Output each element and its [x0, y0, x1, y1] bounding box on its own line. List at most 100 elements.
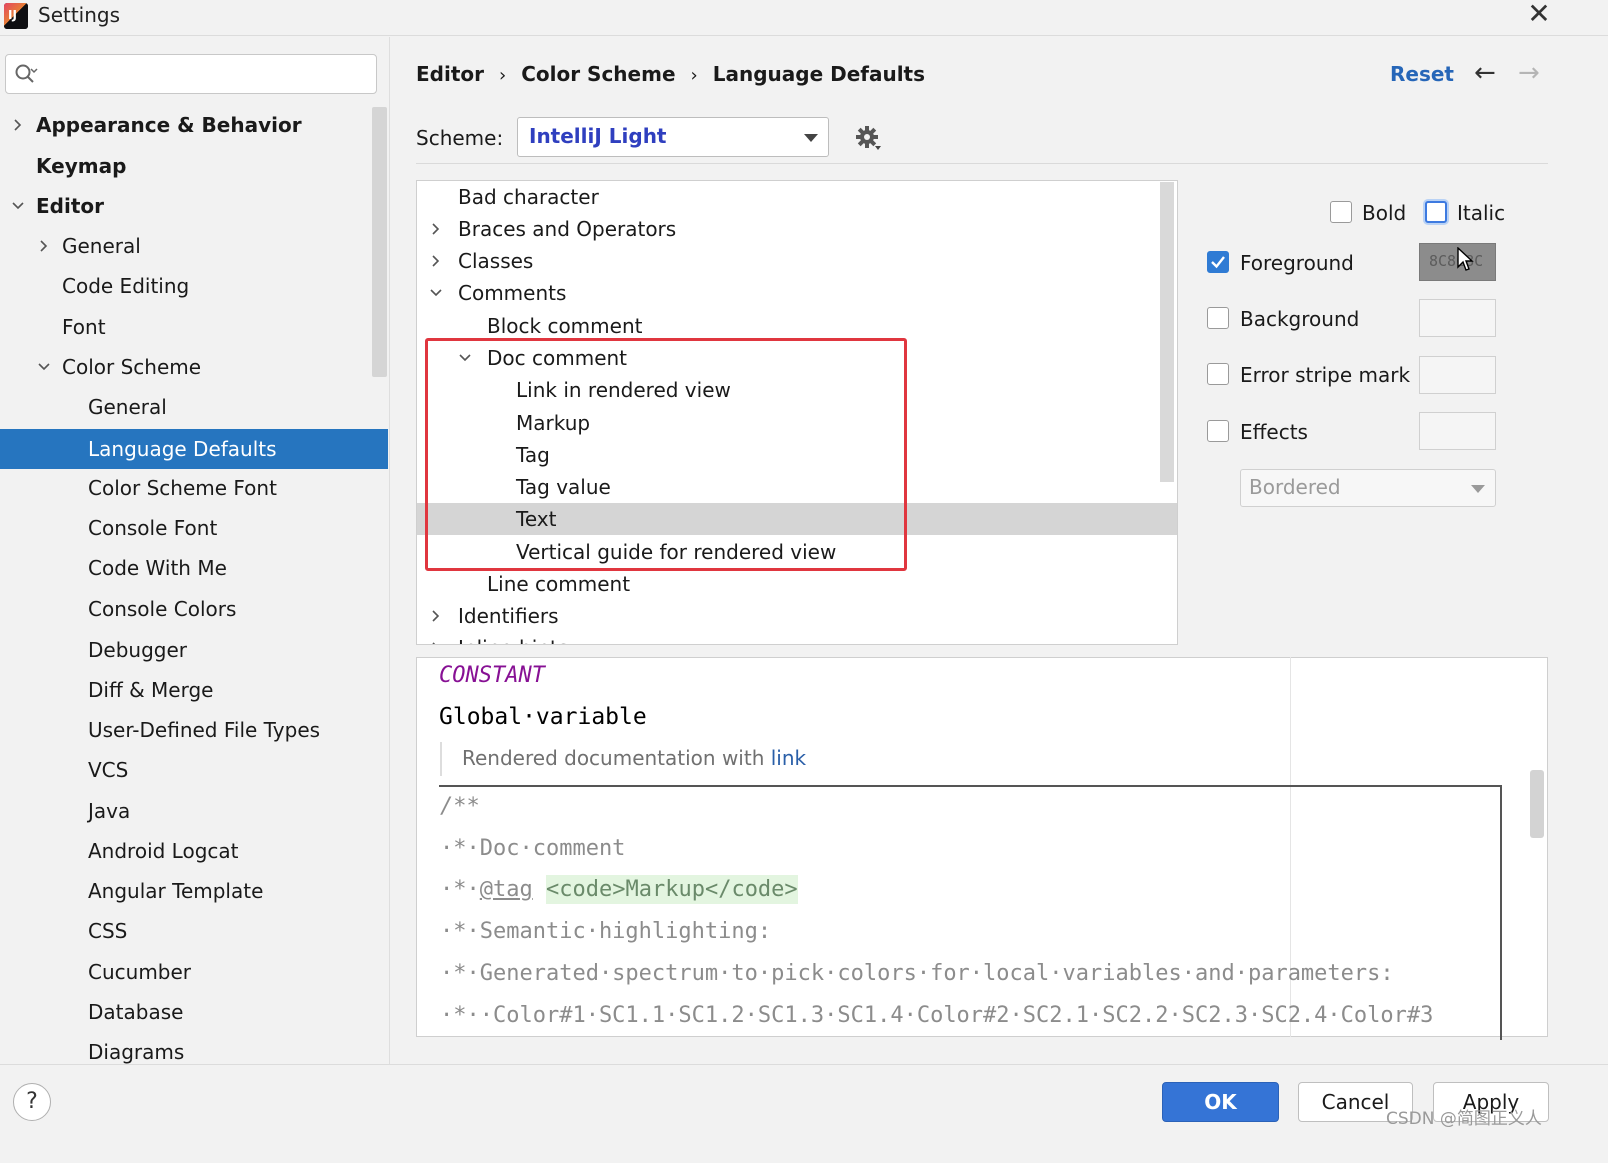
- sidebar-item-angular-template[interactable]: Angular Template: [0, 871, 388, 911]
- sidebar-item-font[interactable]: Font: [0, 307, 388, 347]
- sidebar-item-cucumber[interactable]: Cucumber: [0, 952, 388, 992]
- search-input[interactable]: [48, 61, 368, 87]
- breadcrumb-item-color-scheme[interactable]: Color Scheme: [521, 62, 675, 86]
- breadcrumb-item-editor[interactable]: Editor: [416, 62, 484, 86]
- ok-button[interactable]: OK: [1162, 1082, 1279, 1122]
- sidebar-item-label: Code With Me: [88, 556, 227, 580]
- breadcrumb-separator: ›: [690, 65, 698, 86]
- search-field[interactable]: [5, 54, 377, 94]
- tree-item-label: Tag: [516, 443, 550, 467]
- tree-item-label: Identifiers: [458, 604, 559, 628]
- tree-item-braces-operators[interactable]: Braces and Operators: [417, 213, 1177, 245]
- sidebar-item-code-with-me[interactable]: Code With Me: [0, 548, 388, 588]
- sidebar-item-vcs[interactable]: VCS: [0, 750, 388, 790]
- sidebar-item-user-defined-file-types[interactable]: User-Defined File Types: [0, 710, 388, 750]
- sidebar-item-debugger[interactable]: Debugger: [0, 630, 388, 670]
- sidebar-item-database[interactable]: Database: [0, 992, 388, 1032]
- tree-item-vertical-guide[interactable]: Vertical guide for rendered view: [417, 536, 1177, 568]
- help-button[interactable]: ?: [13, 1083, 51, 1121]
- tree-item-inline-hints[interactable]: Inline hints: [417, 632, 1177, 645]
- scheme-dropdown[interactable]: IntelliJ Light: [517, 117, 829, 157]
- tree-item-bad-character[interactable]: Bad character: [417, 181, 1177, 213]
- sidebar-item-diagrams[interactable]: Diagrams: [0, 1032, 388, 1065]
- error-stripe-label: Error stripe mark: [1240, 363, 1411, 387]
- tree-item-label: Braces and Operators: [458, 217, 677, 241]
- bold-checkbox[interactable]: [1330, 201, 1352, 223]
- tree-item-label: Tag value: [516, 475, 611, 499]
- sidebar-item-general[interactable]: General: [0, 226, 388, 266]
- close-icon[interactable]: ✕: [1524, 0, 1554, 30]
- back-arrow-icon[interactable]: ←: [1474, 58, 1496, 88]
- chevron-down-icon[interactable]: [459, 352, 471, 364]
- tree-item-text[interactable]: Text: [417, 503, 1177, 535]
- sidebar-item-appearance-behavior[interactable]: Appearance & Behavior: [0, 105, 388, 145]
- chevron-down-icon: [1471, 485, 1485, 493]
- effects-color-swatch[interactable]: [1419, 412, 1496, 450]
- background-checkbox[interactable]: [1207, 307, 1229, 329]
- chevron-down-icon[interactable]: [430, 287, 442, 299]
- tree-item-doc-comment[interactable]: Doc comment: [417, 342, 1177, 374]
- forward-arrow-icon[interactable]: →: [1518, 58, 1540, 88]
- chevron-down-icon[interactable]: [38, 361, 50, 373]
- mouse-cursor-icon: [1457, 247, 1474, 271]
- tree-item-classes[interactable]: Classes: [417, 245, 1177, 277]
- settings-sidebar: Appearance & Behavior Keymap Editor Gene…: [0, 37, 390, 1065]
- foreground-checkbox[interactable]: [1207, 251, 1229, 273]
- tree-item-tag-value[interactable]: Tag value: [417, 471, 1177, 503]
- tree-item-comments[interactable]: Comments: [417, 277, 1177, 309]
- italic-checkbox[interactable]: [1425, 201, 1447, 223]
- bold-label: Bold: [1362, 201, 1407, 225]
- sidebar-item-css[interactable]: CSS: [0, 911, 388, 951]
- tree-item-link-rendered-view[interactable]: Link in rendered view: [417, 374, 1177, 406]
- attributes-tree[interactable]: Bad character Braces and Operators Class…: [416, 180, 1178, 645]
- tree-item-tag[interactable]: Tag: [417, 439, 1177, 471]
- chevron-down-icon: [804, 134, 818, 142]
- chevron-down-icon[interactable]: [12, 200, 24, 212]
- chevron-right-icon[interactable]: [430, 223, 442, 235]
- rendered-doc-link[interactable]: link: [771, 746, 806, 770]
- sidebar-item-label: Android Logcat: [88, 839, 239, 863]
- chevron-right-icon[interactable]: [430, 642, 442, 645]
- effects-label: Effects: [1240, 420, 1308, 444]
- sidebar-item-console-colors[interactable]: Console Colors: [0, 589, 388, 629]
- tree-item-markup[interactable]: Markup: [417, 407, 1177, 439]
- background-color-swatch[interactable]: [1419, 299, 1496, 337]
- sidebar-item-color-scheme[interactable]: Color Scheme: [0, 347, 388, 387]
- tree-item-identifiers[interactable]: Identifiers: [417, 600, 1177, 632]
- sidebar-item-android-logcat[interactable]: Android Logcat: [0, 831, 388, 871]
- tree-item-label: Bad character: [458, 185, 599, 209]
- sidebar-item-label: Cucumber: [88, 960, 192, 984]
- preview-rendered-doc: Rendered documentation with link: [440, 742, 1290, 776]
- chevron-right-icon[interactable]: [12, 119, 24, 131]
- sidebar-item-code-editing[interactable]: Code Editing: [0, 266, 388, 306]
- chevron-right-icon[interactable]: [430, 610, 442, 622]
- gear-icon[interactable]: [854, 124, 882, 152]
- sidebar-item-label: Java: [88, 799, 131, 823]
- tree-item-line-comment[interactable]: Line comment: [417, 568, 1177, 600]
- effects-checkbox[interactable]: [1207, 420, 1229, 442]
- sidebar-item-keymap[interactable]: Keymap: [0, 146, 388, 186]
- tree-scrollbar[interactable]: [1160, 182, 1174, 482]
- error-stripe-checkbox[interactable]: [1207, 363, 1229, 385]
- chevron-right-icon[interactable]: [430, 255, 442, 267]
- sidebar-item-java[interactable]: Java: [0, 791, 388, 831]
- chevron-right-icon[interactable]: [38, 240, 50, 252]
- sidebar-item-language-defaults[interactable]: Language Defaults: [0, 429, 388, 469]
- preview-scrollbar[interactable]: [1530, 770, 1544, 838]
- effects-type-dropdown[interactable]: Bordered: [1240, 469, 1496, 507]
- sidebar-item-editor[interactable]: Editor: [0, 186, 388, 226]
- rendered-doc-text: Rendered documentation with: [462, 746, 771, 770]
- title-bar: IJ Settings ✕: [0, 0, 1608, 36]
- reset-link[interactable]: Reset: [1390, 60, 1454, 88]
- sidebar-item-color-scheme-general[interactable]: General: [0, 387, 388, 427]
- sidebar-item-color-scheme-font[interactable]: Color Scheme Font: [0, 468, 388, 508]
- background-label: Background: [1240, 307, 1360, 331]
- breadcrumb-separator: ›: [499, 65, 507, 86]
- error-stripe-color-swatch[interactable]: [1419, 356, 1496, 394]
- sidebar-item-console-font[interactable]: Console Font: [0, 508, 388, 548]
- sidebar-item-diff-merge[interactable]: Diff & Merge: [0, 670, 388, 710]
- tree-item-block-comment[interactable]: Block comment: [417, 310, 1177, 342]
- breadcrumb-item-language-defaults: Language Defaults: [712, 62, 926, 86]
- sidebar-item-label: Console Colors: [88, 597, 237, 621]
- foreground-color-swatch[interactable]: 8C8C8C: [1419, 243, 1496, 281]
